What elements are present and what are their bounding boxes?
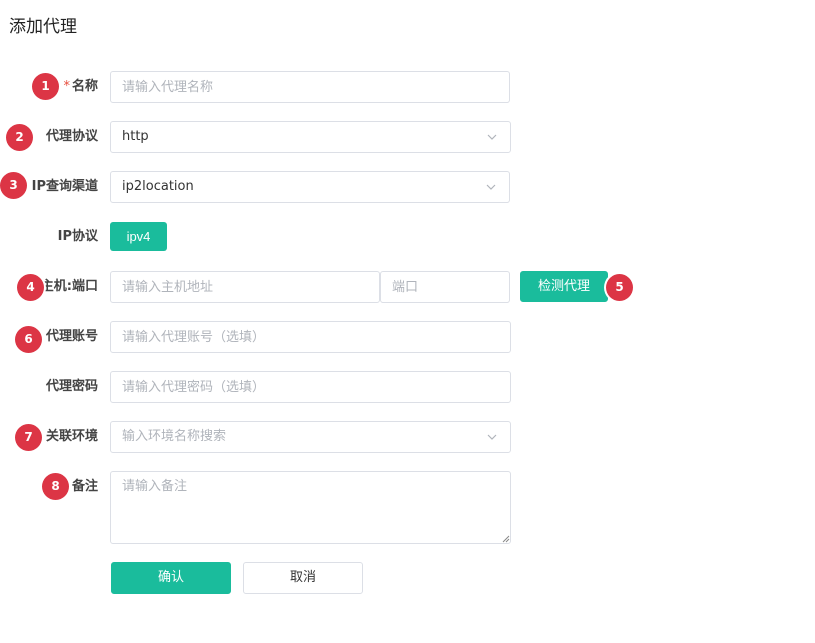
remark-label: 备注 [71,479,98,494]
ip-channel-label: IP查询渠道 [31,179,98,194]
ip-channel-select-value: ip2location [122,179,194,194]
protocol-select[interactable]: http [110,121,511,153]
host-input[interactable] [110,271,380,303]
ip-channel-select[interactable]: ip2location [110,171,510,203]
chevron-down-icon [487,134,497,140]
annotation-badge-5: 5 [606,274,633,301]
remark-textarea[interactable] [110,471,511,544]
port-input[interactable] [380,271,510,303]
ipv4-option-button[interactable]: ipv4 [110,222,167,251]
name-label-text: 名称 [71,79,98,94]
environment-select[interactable]: 输入环境名称搜索 [110,421,511,453]
annotation-badge-7: 7 [15,424,42,451]
page-title: 添加代理 [9,17,77,37]
annotation-badge-6: 6 [15,326,42,353]
confirm-button[interactable]: 确认 [111,562,231,594]
annotation-badge-1: 1 [32,73,59,100]
protocol-select-value: http [122,129,149,144]
password-input[interactable] [110,371,511,403]
ip-protocol-label: IP协议 [57,229,98,244]
required-mark: * [63,79,70,94]
chevron-down-icon [486,184,496,190]
chevron-down-icon [487,434,497,440]
check-proxy-button[interactable]: 检测代理 [520,271,608,302]
annotation-badge-2: 2 [6,124,33,151]
annotation-badge-8: 8 [42,473,69,500]
environment-select-placeholder: 输入环境名称搜索 [122,429,227,444]
annotation-badge-3: 3 [0,172,27,199]
account-label: 代理账号 [45,329,98,344]
password-label: 代理密码 [45,379,98,394]
protocol-label: 代理协议 [45,129,98,144]
cancel-button[interactable]: 取消 [243,562,363,594]
name-input[interactable] [110,71,510,103]
host-port-label: 主机:端口 [40,279,98,294]
add-proxy-page: 添加代理 *名称 代理协议 http IP查询渠道 ip2location IP… [0,0,815,643]
resize-grip-icon[interactable] [502,535,510,543]
account-input[interactable] [110,321,511,353]
environment-label: 关联环境 [45,429,98,444]
name-label: * 名称 [63,71,98,103]
annotation-badge-4: 4 [17,274,44,301]
